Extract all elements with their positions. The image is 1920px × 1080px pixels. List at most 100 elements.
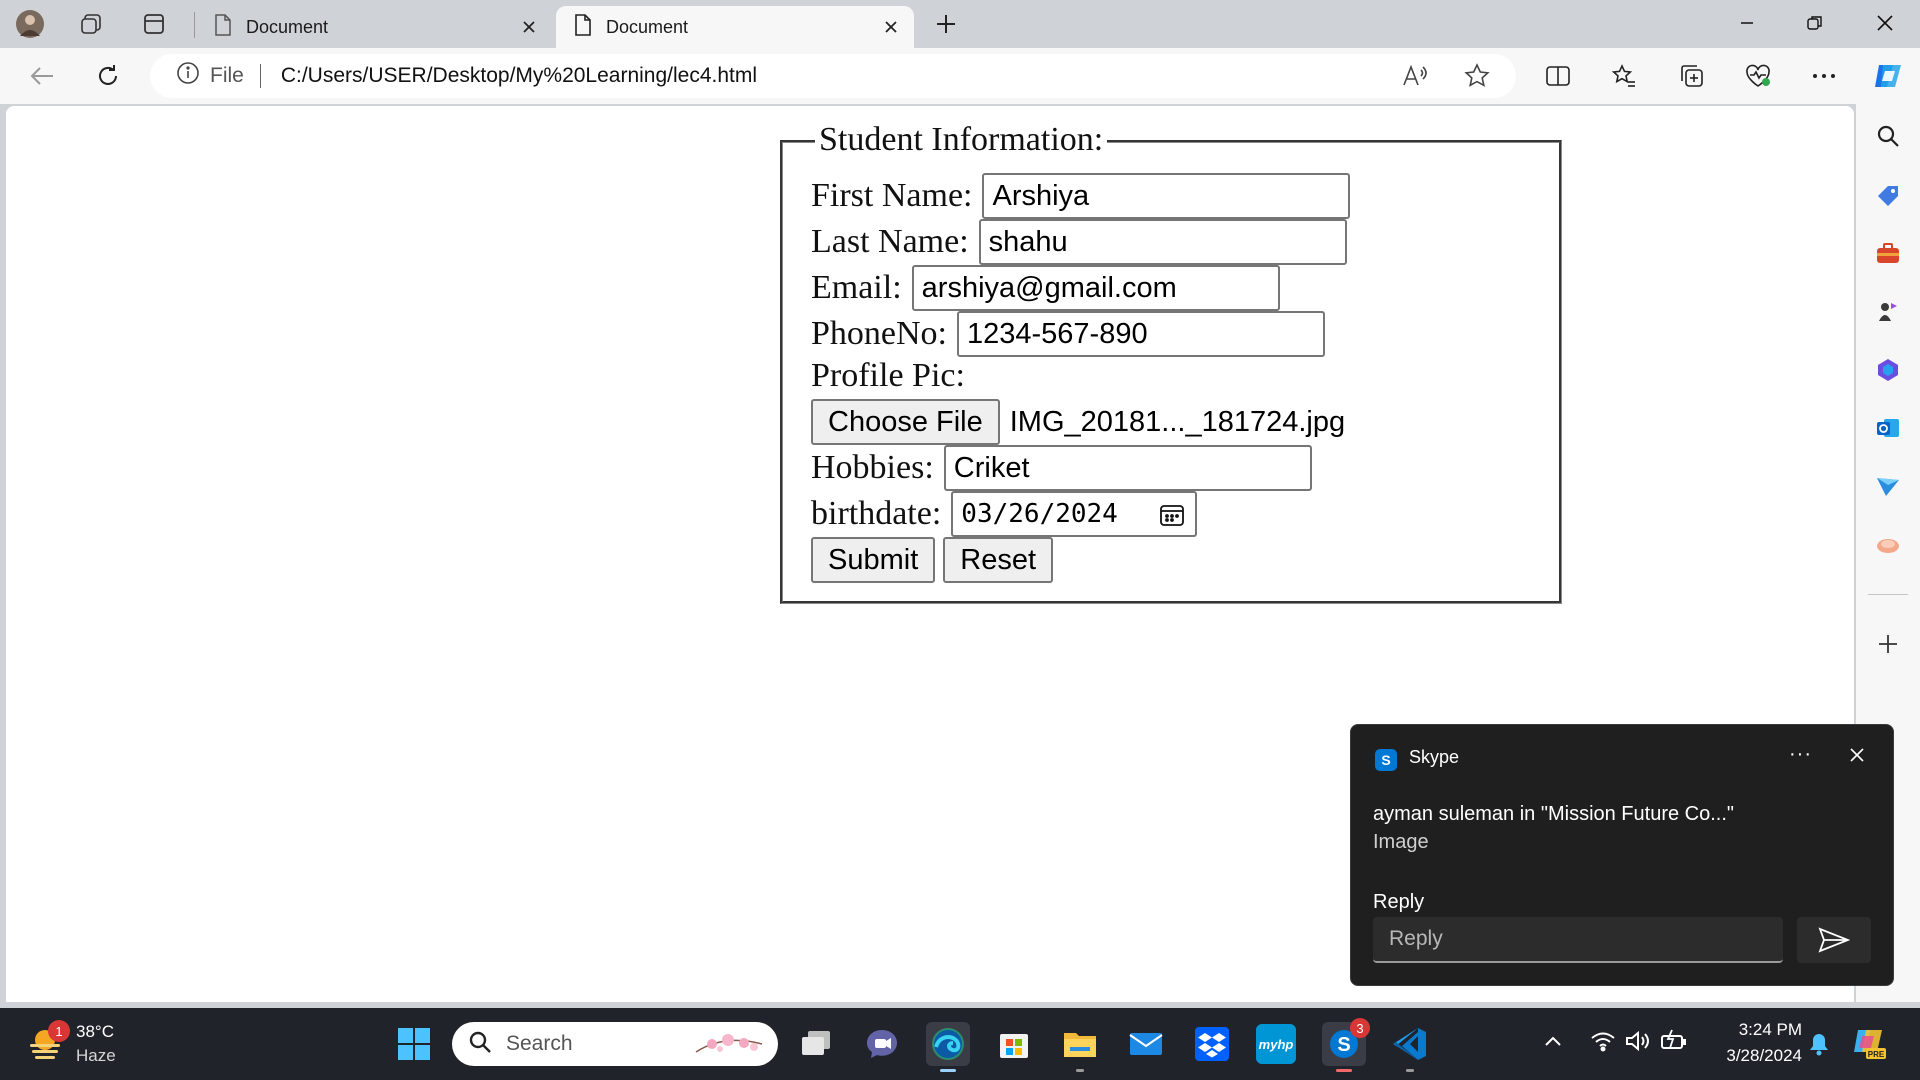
reply-input[interactable]: Reply [1373, 917, 1783, 963]
cherry-blossom-icon [694, 1030, 764, 1063]
email-label: Email: [811, 269, 902, 306]
phone-label: PhoneNo: [811, 315, 947, 352]
toast-options-icon[interactable]: ··· [1789, 743, 1812, 766]
add-sidebar-app-icon[interactable] [1870, 626, 1906, 662]
browser-essentials-icon[interactable] [1740, 58, 1776, 94]
profile-pic-row: Profile Pic: [811, 357, 975, 395]
tab-document-1[interactable]: Document [200, 6, 552, 48]
scheme-label: File [210, 64, 244, 87]
games-icon[interactable] [1870, 294, 1906, 330]
profile-avatar[interactable] [14, 8, 46, 40]
toast-close-icon[interactable] [1849, 747, 1865, 768]
task-view-icon[interactable] [794, 1022, 838, 1066]
hobbies-input[interactable]: Criket [943, 445, 1312, 491]
phone-row: PhoneNo: 1234-567-890 [811, 311, 1325, 357]
search-icon[interactable] [1870, 118, 1906, 154]
skype-badge: 3 [1350, 1018, 1370, 1038]
reset-button[interactable]: Reset [943, 537, 1054, 583]
workspaces-icon[interactable] [76, 8, 108, 40]
email-input[interactable]: arshiya@gmail.com [911, 265, 1280, 311]
birthdate-value: 03/26/2024 [961, 499, 1118, 529]
favorites-icon[interactable] [1606, 58, 1642, 94]
address-bar[interactable]: File C:/Users/USER/Desktop/My%20Learning… [150, 54, 1516, 98]
active-indicator [940, 1069, 956, 1072]
notification-bell-icon[interactable] [1808, 1032, 1830, 1061]
wifi-icon[interactable] [1590, 1030, 1616, 1057]
first-name-label: First Name: [811, 177, 973, 214]
send-icon [1818, 927, 1850, 953]
phone-input[interactable]: 1234-567-890 [957, 311, 1325, 357]
battery-charging-icon[interactable] [1660, 1028, 1688, 1059]
refresh-icon[interactable] [90, 58, 126, 94]
back-icon[interactable] [24, 58, 60, 94]
hobbies-row: Hobbies: Criket [811, 445, 1312, 491]
send-button[interactable] [1797, 917, 1871, 963]
extension-icon[interactable] [1870, 526, 1906, 562]
favorite-star-icon[interactable] [1464, 63, 1490, 95]
url-text[interactable]: C:/Users/USER/Desktop/My%20Learning/lec4… [281, 64, 757, 88]
clock-date[interactable]: 3/28/2024 [1700, 1046, 1802, 1066]
vertical-tabs-icon[interactable] [138, 8, 170, 40]
myhp-icon[interactable]: myhp [1256, 1024, 1296, 1064]
windows-logo-icon [398, 1028, 430, 1060]
outlook-icon[interactable] [1870, 410, 1906, 446]
toast-title: ayman suleman in "Mission Future Co..." [1373, 803, 1735, 825]
skype-notification[interactable]: S Skype ··· ayman suleman in "Mission Fu… [1350, 724, 1894, 986]
read-aloud-icon[interactable] [1402, 64, 1428, 94]
choose-file-button[interactable]: Choose File [811, 399, 1000, 445]
info-icon[interactable] [176, 61, 200, 91]
fieldset-legend: Student Information: [815, 121, 1108, 159]
skype-taskbar-icon[interactable]: S 3 [1322, 1018, 1370, 1072]
browser-toolbar: File C:/Users/USER/Desktop/My%20Learning… [0, 48, 1920, 104]
svg-text:PRE: PRE [1868, 1050, 1885, 1059]
restore-icon[interactable] [1782, 0, 1848, 46]
edge-taskbar-icon[interactable] [926, 1022, 970, 1072]
tab-divider [194, 12, 195, 38]
page-icon [214, 13, 232, 41]
birthdate-input[interactable]: 03/26/2024 [951, 491, 1198, 537]
microsoft-store-icon[interactable] [992, 1022, 1036, 1066]
shopping-tag-icon[interactable] [1870, 178, 1906, 214]
file-picker-row: Choose File IMG_20181..._181724.jpg [811, 399, 1345, 445]
title-bar: Document Document [0, 0, 1920, 48]
volume-icon[interactable] [1624, 1030, 1650, 1057]
new-tab-icon[interactable] [930, 8, 962, 40]
last-name-input[interactable]: shahu [978, 219, 1347, 265]
copilot-pre-icon[interactable]: PRE [1852, 1026, 1886, 1065]
submit-button[interactable]: Submit [811, 537, 936, 583]
email-row: Email: arshiya@gmail.com [811, 265, 1280, 311]
weather-widget[interactable]: 1 [26, 1020, 70, 1067]
page-icon [574, 13, 592, 41]
start-button[interactable] [392, 1022, 436, 1066]
weather-badge: 1 [48, 1020, 70, 1042]
sidebar-divider [1868, 594, 1908, 595]
search-icon [468, 1030, 492, 1059]
calendar-icon[interactable] [1159, 503, 1185, 534]
first-name-input[interactable]: Arshiya [982, 173, 1351, 219]
split-screen-icon[interactable] [1540, 58, 1576, 94]
minimize-icon[interactable] [1714, 0, 1780, 46]
tab-title: Document [246, 16, 329, 37]
collections-icon[interactable] [1674, 58, 1710, 94]
close-tab-icon[interactable] [518, 16, 540, 38]
vscode-icon[interactable] [1388, 1022, 1432, 1072]
mail-icon[interactable] [1124, 1022, 1168, 1066]
selected-filename: IMG_20181..._181724.jpg [1009, 405, 1346, 438]
clock-time[interactable]: 3:24 PM [1720, 1020, 1802, 1040]
microsoft-365-icon[interactable] [1870, 352, 1906, 388]
copilot-icon[interactable] [1870, 58, 1906, 94]
toast-body: Image [1373, 831, 1429, 853]
running-indicator [1406, 1069, 1414, 1072]
dropbox-icon[interactable] [1190, 1022, 1234, 1066]
teams-chat-icon[interactable] [860, 1022, 904, 1066]
tab-document-2[interactable]: Document [556, 6, 914, 48]
more-menu-icon[interactable] [1806, 58, 1842, 94]
taskbar-search[interactable]: Search [452, 1022, 778, 1066]
tools-briefcase-icon[interactable] [1870, 236, 1906, 272]
close-tab-icon[interactable] [880, 16, 902, 38]
drop-send-icon[interactable] [1870, 468, 1906, 504]
close-window-icon[interactable] [1852, 0, 1918, 46]
show-hidden-icons-chevron-icon[interactable] [1544, 1034, 1562, 1052]
file-explorer-icon[interactable] [1058, 1022, 1102, 1072]
running-indicator [1076, 1069, 1084, 1072]
